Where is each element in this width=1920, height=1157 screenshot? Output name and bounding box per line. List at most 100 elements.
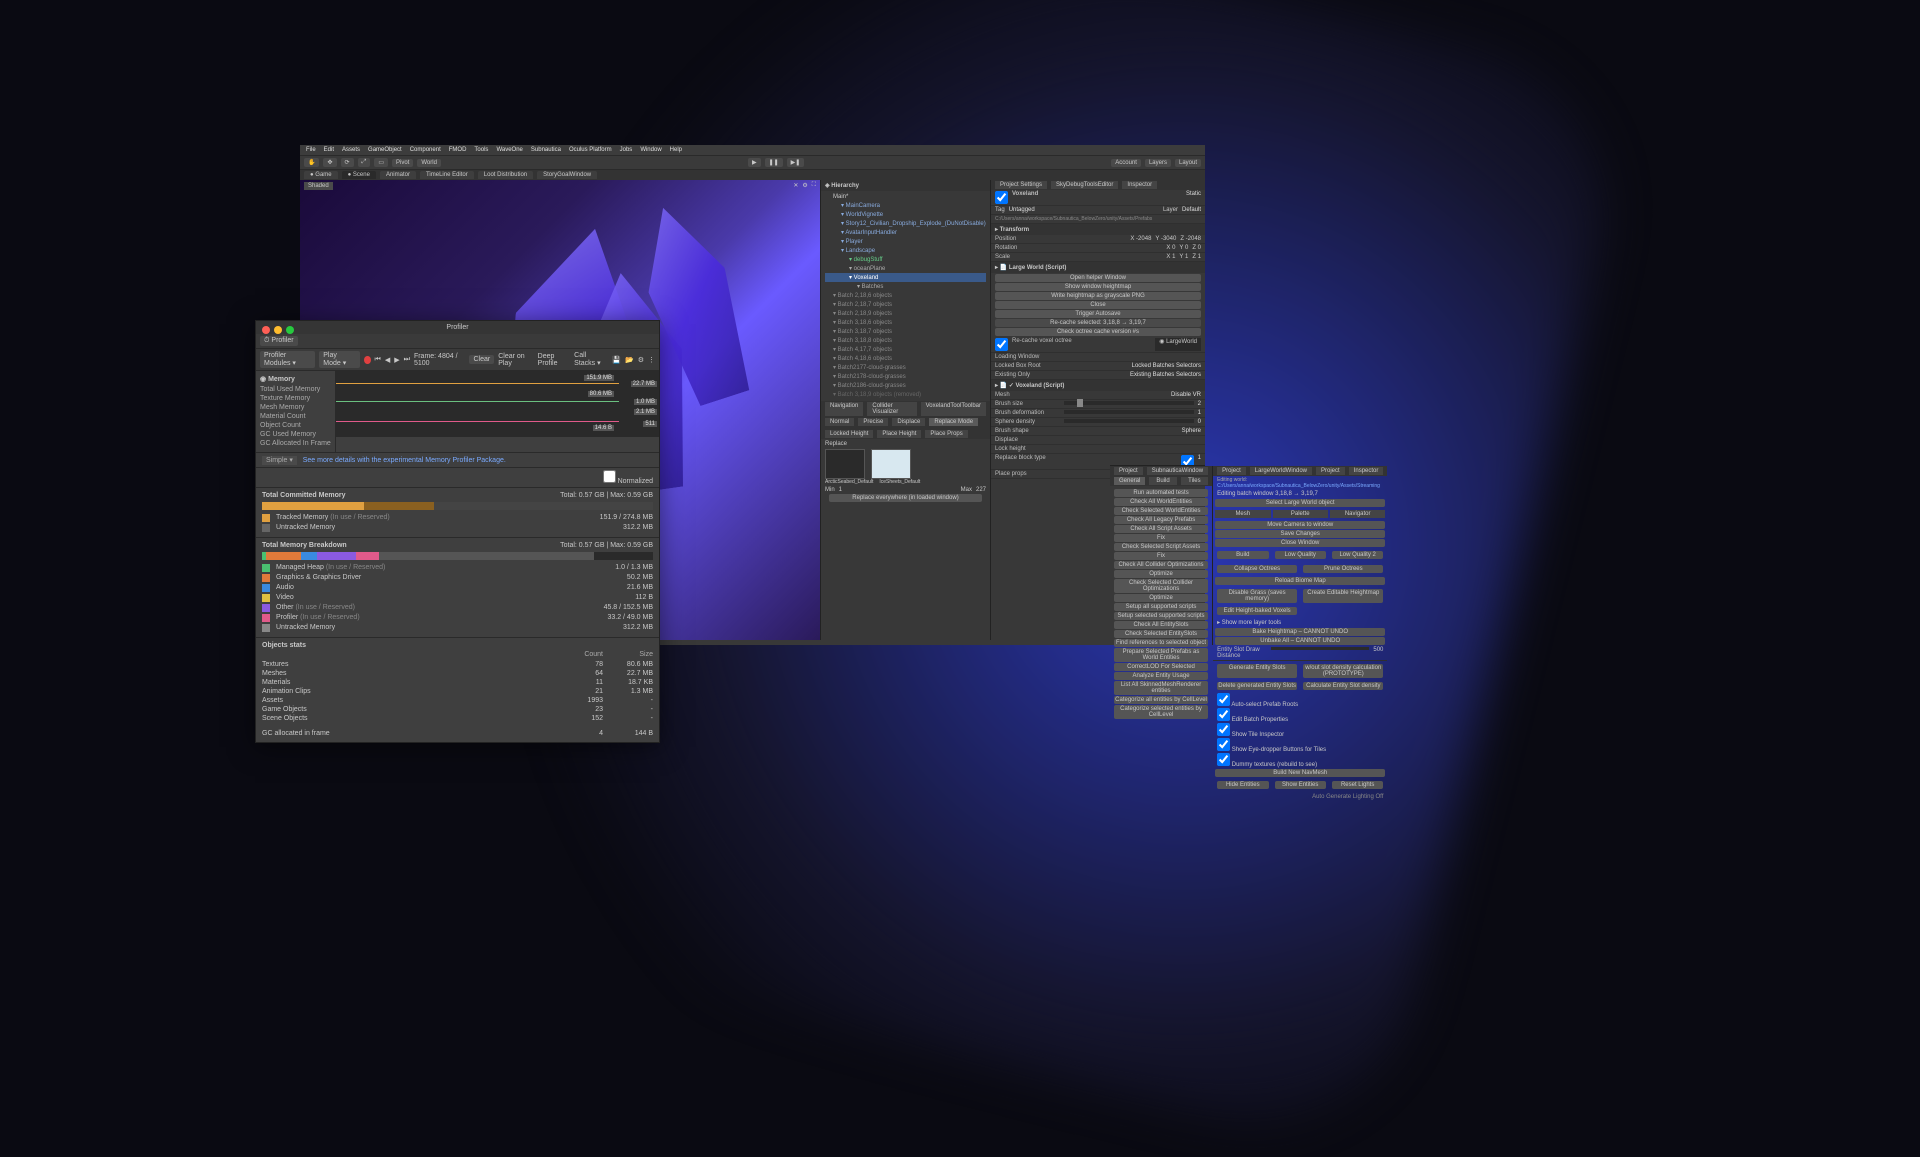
profiler-module-item[interactable]: Object Count xyxy=(260,421,331,430)
col-tab[interactable]: Mesh xyxy=(1215,510,1270,518)
back-frame-icon[interactable]: ◀ xyxy=(385,356,390,364)
tool-button[interactable]: Optimize xyxy=(1114,570,1208,578)
tab-loot-distribution[interactable]: Loot Distribution xyxy=(478,171,533,179)
hand-tool-icon[interactable]: ✋ xyxy=(304,158,319,167)
hierarchy-item[interactable]: ▾ Batch 3,18,8 objects xyxy=(825,336,986,345)
menu-assets[interactable]: Assets xyxy=(342,147,360,153)
subtab[interactable]: Tiles xyxy=(1181,477,1208,485)
tool-button[interactable]: Check All Legacy Prefabs xyxy=(1114,516,1208,524)
tab-project settings[interactable]: Project Settings xyxy=(995,181,1047,189)
window-zoom-icon[interactable] xyxy=(286,326,294,334)
tool-button[interactable]: List All SkinnedMeshRenderer entities xyxy=(1114,681,1208,695)
hierarchy-item[interactable]: ▾ Player xyxy=(825,237,986,246)
tool-button[interactable]: Optimize xyxy=(1114,594,1208,602)
menu-help[interactable]: Help xyxy=(670,147,682,153)
save-icon[interactable]: 💾 xyxy=(612,356,621,364)
tool-button[interactable]: CorrectLOD For Selected xyxy=(1114,663,1208,671)
lw-button[interactable]: Close xyxy=(995,301,1201,309)
tool-button[interactable]: Categorize selected entities by CellLeve… xyxy=(1114,705,1208,719)
largeworld-header[interactable]: ▸ 📄 Large World (Script) xyxy=(991,262,1205,273)
lw-button[interactable]: Trigger Autosave xyxy=(995,310,1201,318)
memory-graph[interactable]: 151.9 MB 22.7 MB 80.6 MB 1.0 MB 2.1 MB 1… xyxy=(336,371,659,437)
maximize-icon[interactable]: ⛶ xyxy=(812,182,816,189)
hierarchy-item[interactable]: ▾ Batch 2,18,9 objects xyxy=(825,309,986,318)
panel-tab[interactable]: Project xyxy=(1316,467,1345,475)
hierarchy-item[interactable]: ▾ AvatarInputHandler xyxy=(825,228,986,237)
hierarchy-item[interactable]: ▾ Batch 3,18,7 objects xyxy=(825,327,986,336)
nav-tab[interactable]: Navigation xyxy=(825,402,863,416)
disable-vr-button[interactable]: Disable VR xyxy=(1171,392,1201,398)
mode-tab[interactable]: Displace xyxy=(892,418,925,426)
tool-button[interactable]: Show Entities xyxy=(1275,781,1326,789)
simple-dropdown[interactable]: Simple ▾ xyxy=(262,456,297,465)
menu-subnautica[interactable]: Subnautica xyxy=(531,147,561,153)
menu-edit[interactable]: Edit xyxy=(324,147,334,153)
hierarchy-item[interactable]: ▾ Batch2178-cloud-grasses xyxy=(825,372,986,381)
voxeland-header[interactable]: ▸ 📄 ✓ Voxeland (Script) xyxy=(991,380,1205,391)
gameobject-name[interactable]: Voxeland xyxy=(1012,191,1182,204)
close-tab-icon[interactable]: ✕ xyxy=(793,182,798,189)
pos-x[interactable]: X -2048 xyxy=(1130,236,1151,242)
menu-fmod[interactable]: FMOD xyxy=(449,147,467,153)
profiler-module-item[interactable]: Texture Memory xyxy=(260,394,331,403)
tool-button[interactable]: Move Camera to window xyxy=(1215,521,1385,529)
tool-button[interactable]: Edit Height-baked Voxels xyxy=(1217,607,1297,615)
lw-button[interactable]: Open helper Window xyxy=(995,274,1201,282)
hierarchy-item[interactable]: Main* xyxy=(825,193,986,201)
tab-timeline-editor[interactable]: TimeLine Editor xyxy=(420,171,474,179)
tag-dropdown[interactable]: Untagged xyxy=(1009,207,1035,213)
panel-tab[interactable]: Project xyxy=(1217,467,1246,475)
col-tab[interactable]: Navigator xyxy=(1330,510,1385,518)
hierarchy-item[interactable]: ▾ Batch 2,18,7 objects xyxy=(825,300,986,309)
tool-button[interactable]: Check All EntitySlots xyxy=(1114,621,1208,629)
callstacks-dropdown[interactable]: Call Stacks ▾ xyxy=(574,352,608,367)
nav-tab[interactable]: VoxelandToolToolbar xyxy=(921,402,986,416)
tool-button[interactable]: Generate Entity Slots xyxy=(1217,664,1297,678)
transform-header[interactable]: ▸ Transform xyxy=(991,224,1205,235)
menu-icon[interactable]: ⋮ xyxy=(648,356,655,364)
replace-swatch-b[interactable] xyxy=(871,449,911,479)
step-icon[interactable]: ▶❚ xyxy=(787,158,805,167)
layout-dropdown[interactable]: Layout xyxy=(1175,159,1201,167)
tool-button[interactable]: Delete generated Entity Slots xyxy=(1217,682,1297,690)
normalized-toggle[interactable]: Normalized xyxy=(603,478,653,485)
subtab[interactable]: General xyxy=(1114,477,1145,485)
window-minimize-icon[interactable] xyxy=(274,326,282,334)
hierarchy-item[interactable]: ▾ Batch2177-cloud-grasses xyxy=(825,363,986,372)
tool-button[interactable]: Fix xyxy=(1114,534,1208,542)
tool-button[interactable]: Save Changes xyxy=(1215,530,1385,538)
gameobject-enabled-checkbox[interactable] xyxy=(995,191,1008,204)
option-checkbox[interactable]: Show Eye-dropper Buttons for Tiles xyxy=(1213,738,1387,753)
tab-storygoalwindow[interactable]: StoryGoalWindow xyxy=(537,171,597,179)
profiler-modules-dropdown[interactable]: Profiler Modules ▾ xyxy=(260,351,315,368)
option-checkbox[interactable]: Edit Batch Properties xyxy=(1213,708,1387,723)
tab-game[interactable]: ● Game xyxy=(304,171,338,179)
brush-shape-dropdown[interactable]: Sphere xyxy=(1182,428,1201,434)
tool-button[interactable]: w/out slot density calculation (PROTOTYP… xyxy=(1303,664,1383,678)
rect-tool-icon[interactable]: ▭ xyxy=(374,158,388,167)
nav-tab[interactable]: Collider Visualizer xyxy=(867,402,916,416)
tool-button[interactable]: Analyze Entity Usage xyxy=(1114,672,1208,680)
profiler-module-item[interactable]: GC Used Memory xyxy=(260,430,331,439)
lw-button[interactable]: Write heightmap as grayscale PNG xyxy=(995,292,1201,300)
mode-tab[interactable]: Normal xyxy=(825,418,854,426)
hierarchy-item[interactable]: ▾ Batch 2,18,6 objects xyxy=(825,291,986,300)
fwd-frame-icon[interactable]: ▶ xyxy=(394,356,399,364)
tool-button[interactable]: Reset Lights xyxy=(1332,781,1383,789)
menu-window[interactable]: Window xyxy=(640,147,661,153)
check-cache-button[interactable]: Check octree cache version #s xyxy=(995,328,1201,336)
mode-tab[interactable]: Replace Mode xyxy=(929,418,978,426)
hierarchy-item[interactable]: ▾ oceanPlane xyxy=(825,264,986,273)
mode-tab[interactable]: Place Props xyxy=(925,430,967,438)
profiler-module-item[interactable]: Mesh Memory xyxy=(260,403,331,412)
tool-button[interactable]: Low Quality xyxy=(1275,551,1326,559)
pivot-button[interactable]: Pivot xyxy=(392,159,413,167)
record-icon[interactable] xyxy=(364,356,371,364)
world-button[interactable]: World xyxy=(417,159,441,167)
static-dropdown[interactable]: Static xyxy=(1186,191,1201,204)
hierarchy-item[interactable]: ▾ MainCamera xyxy=(825,201,986,210)
clear-button[interactable]: Clear xyxy=(469,355,494,364)
clear-on-play-toggle[interactable]: Clear on Play xyxy=(498,353,533,367)
show-more-tools[interactable]: Show more layer tools xyxy=(1222,620,1281,626)
tab-skydebugtoolseditor[interactable]: SkyDebugToolsEditor xyxy=(1051,181,1118,189)
